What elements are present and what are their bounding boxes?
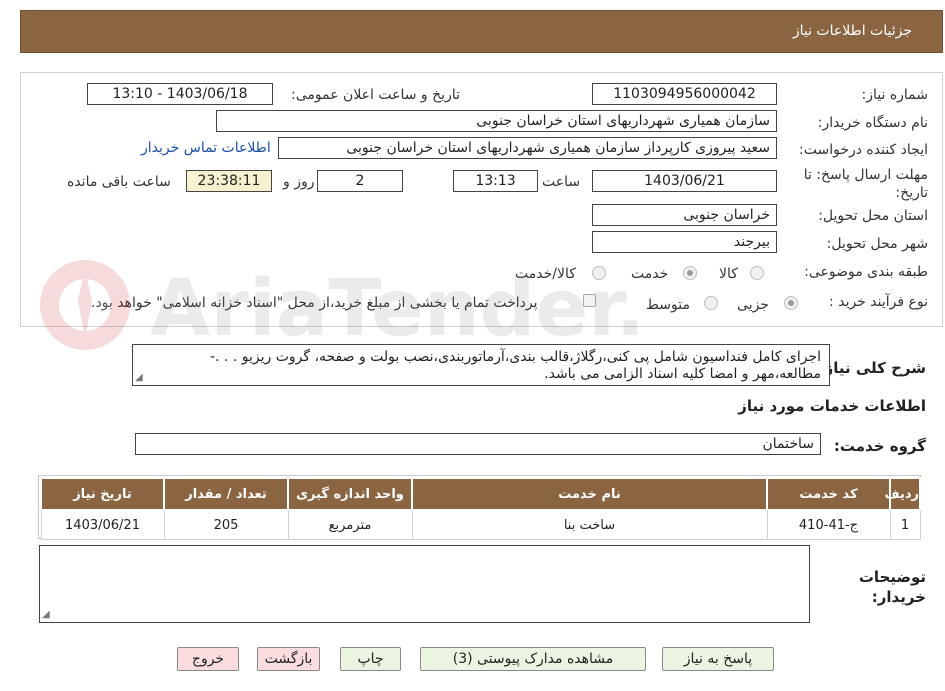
need-number-label: شماره نیاز: bbox=[861, 87, 929, 103]
service-group-field[interactable]: ساختمان bbox=[135, 433, 821, 455]
deadline-days-field[interactable]: 2 bbox=[317, 170, 403, 192]
buyer-org-label: نام دستگاه خریدار: bbox=[817, 115, 928, 131]
requester-field[interactable]: سعید پیروزی کارپرداز سازمان همیاری شهردا… bbox=[278, 137, 777, 159]
deadline-time-label: ساعت bbox=[542, 174, 581, 190]
process-option-medium-radio[interactable] bbox=[704, 296, 718, 310]
description-label: شرح کلی نیاز: bbox=[818, 359, 926, 377]
back-button[interactable]: بازگشت bbox=[257, 647, 320, 671]
category-option-service-radio[interactable] bbox=[683, 266, 697, 280]
purchase-process-label: نوع فرآیند خرید : bbox=[829, 294, 928, 310]
cell-service-code: ج-41-410 bbox=[766, 509, 891, 540]
process-option-minor-label: جزیی bbox=[737, 297, 769, 313]
page-title: جزئیات اطلاعات نیاز bbox=[792, 23, 912, 39]
services-table: ردیف کد خدمت نام خدمت واحد اندازه گیری ت… bbox=[40, 477, 921, 540]
treasury-bonds-checkbox[interactable] bbox=[583, 294, 596, 307]
col-header-qty: تعداد / مقدار bbox=[163, 477, 289, 511]
days-label: روز و bbox=[283, 174, 315, 190]
cell-unit: مترمربع bbox=[287, 509, 413, 540]
category-label: طبقه بندی موضوعی: bbox=[804, 264, 928, 280]
buyer-org-field[interactable]: سازمان همیاری شهرداریهای استان خراسان جن… bbox=[216, 110, 777, 132]
category-option-service-label: خدمت bbox=[631, 266, 669, 282]
col-header-row: ردیف bbox=[884, 477, 921, 511]
buyer-notes-textarea[interactable]: ◢ bbox=[39, 545, 810, 623]
delivery-province-label: استان محل تحویل: bbox=[818, 208, 928, 224]
resize-grip-icon[interactable]: ◢ bbox=[135, 373, 145, 383]
table-row[interactable]: 1 ج-41-410 ساخت بنا مترمربع 205 1403/06/… bbox=[40, 509, 921, 540]
col-header-name: نام خدمت bbox=[411, 477, 768, 511]
attachments-button[interactable]: مشاهده مدارک پیوستی (3) bbox=[420, 647, 646, 671]
table-header-row: ردیف کد خدمت نام خدمت واحد اندازه گیری ت… bbox=[40, 477, 921, 511]
category-option-goods-radio[interactable] bbox=[750, 266, 764, 280]
requester-label: ایجاد کننده درخواست: bbox=[799, 142, 928, 158]
buyer-contact-link[interactable]: اطلاعات تماس خریدار bbox=[141, 140, 271, 156]
col-header-code: کد خدمت bbox=[766, 477, 891, 511]
announce-datetime-field[interactable]: 1403/06/18 - 13:10 bbox=[87, 83, 273, 105]
print-button[interactable]: چاپ bbox=[340, 647, 401, 671]
reply-button[interactable]: پاسخ به نیاز bbox=[662, 647, 774, 671]
delivery-city-field[interactable]: بیرجند bbox=[592, 231, 777, 253]
description-text: اجرای کامل فنداسیون شامل پی کنی،رگلاژ،قا… bbox=[209, 349, 821, 382]
category-option-both-radio[interactable] bbox=[592, 266, 606, 280]
announce-datetime-label: تاریخ و ساعت اعلان عمومی: bbox=[291, 87, 460, 103]
category-option-goods-label: کالا bbox=[719, 266, 738, 282]
deadline-date-field[interactable]: 1403/06/21 bbox=[592, 170, 777, 192]
delivery-province-field[interactable]: خراسان جنوبی bbox=[592, 204, 777, 226]
page-header: جزئیات اطلاعات نیاز bbox=[20, 10, 943, 53]
resize-grip-icon[interactable]: ◢ bbox=[42, 610, 52, 620]
process-option-minor-radio[interactable] bbox=[784, 296, 798, 310]
col-header-date: تاریخ نیاز bbox=[40, 477, 165, 511]
cell-quantity: 205 bbox=[163, 509, 289, 540]
exit-button[interactable]: خروج bbox=[177, 647, 239, 671]
delivery-city-label: شهر محل تحویل: bbox=[826, 236, 928, 252]
description-textarea[interactable]: اجرای کامل فنداسیون شامل پی کنی،رگلاژ،قا… bbox=[132, 344, 830, 386]
treasury-bonds-note: پرداخت تمام یا بخشی از مبلغ خرید،از محل … bbox=[91, 295, 538, 311]
cell-service-name: ساخت بنا bbox=[411, 509, 768, 540]
need-number-field[interactable]: 1103094956000042 bbox=[592, 83, 777, 105]
service-group-label: گروه خدمت: bbox=[833, 437, 926, 455]
remaining-time-label: ساعت باقی مانده bbox=[67, 174, 171, 190]
process-option-medium-label: متوسط bbox=[646, 297, 690, 313]
deadline-time-field[interactable]: 13:13 bbox=[453, 170, 538, 192]
buyer-notes-label: توضیحات خریدار: bbox=[858, 568, 926, 606]
cell-row-number: 1 bbox=[889, 509, 921, 540]
col-header-unit: واحد اندازه گیری bbox=[287, 477, 413, 511]
remaining-time-field: 23:38:11 bbox=[186, 170, 272, 192]
category-option-both-label: کالا/خدمت bbox=[515, 266, 576, 282]
cell-need-date: 1403/06/21 bbox=[40, 509, 165, 540]
services-section-title: اطلاعات خدمات مورد نیاز bbox=[738, 397, 926, 415]
deadline-label: مهلت ارسال پاسخ: تا تاریخ: bbox=[803, 167, 928, 201]
